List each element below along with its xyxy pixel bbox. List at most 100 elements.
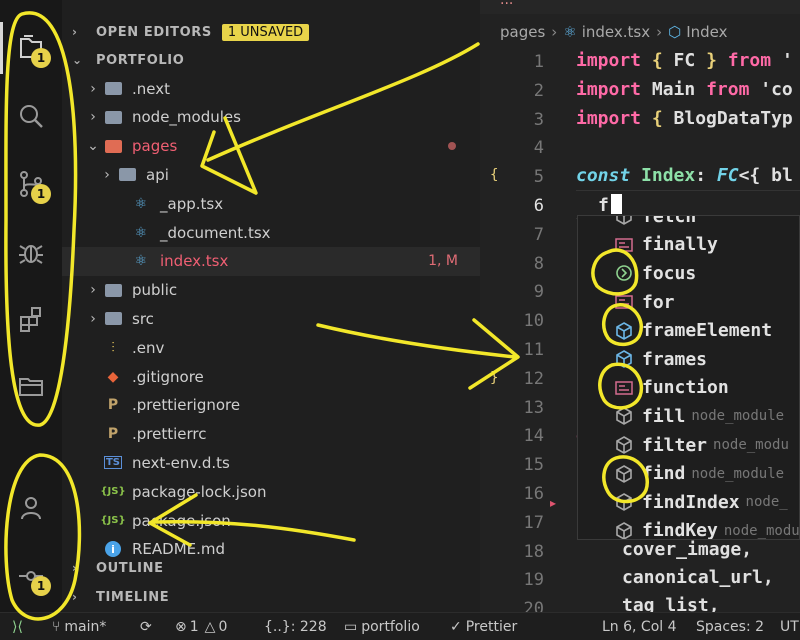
selection-count[interactable]: {..}: 228 [264, 613, 327, 640]
line-number: 15 [523, 455, 544, 476]
timeline-label: TIMELINE [96, 589, 170, 605]
tab-fragment[interactable]: ... [500, 0, 513, 8]
suggestion-label: findKey [642, 520, 718, 540]
suggestion-item[interactable]: function [578, 374, 799, 403]
tree-item[interactable]: {JS} package.json [62, 506, 480, 535]
suggestion-item[interactable]: filter node_modu [578, 431, 799, 460]
project-section[interactable]: ⌄ PORTFOLIO [62, 47, 184, 73]
tree-item[interactable]: ⫶ .env [62, 333, 480, 362]
explorer-button[interactable]: 1 [0, 22, 51, 74]
sync-badge: 1 [31, 576, 51, 596]
debug-button[interactable] [11, 232, 51, 272]
branch-icon: ⑂ [52, 619, 61, 635]
line-number: 7 [533, 224, 544, 245]
suggestion-list[interactable]: fetch finally focus for frameElement frames fu… [577, 215, 800, 540]
chevron-right-icon: › [72, 590, 78, 604]
tree-item-label: public [132, 281, 178, 300]
code-line-1[interactable]: import { FC } from ' [576, 50, 793, 71]
tree-item-label: api [146, 165, 169, 184]
suggestion-label: fetch [642, 215, 697, 227]
tree-item[interactable]: › api [62, 160, 480, 189]
sync-status-icon[interactable]: ⟳ [140, 613, 152, 640]
accounts-button[interactable] [11, 488, 51, 528]
tree-item[interactable]: ⚛ index.tsx 1, M [62, 246, 480, 276]
folder-icon [102, 108, 124, 126]
extensions-button[interactable] [11, 300, 51, 340]
tree-item[interactable]: › src [62, 304, 480, 333]
tree-item[interactable]: {JS} package-lock.json [62, 477, 480, 506]
fold-marker-icon[interactable]: ▸ [550, 496, 556, 510]
tree-item[interactable]: ⚛ _app.tsx [62, 189, 480, 218]
code-line-18[interactable]: cover_image, [622, 539, 752, 560]
folder-icon [102, 310, 124, 328]
suggestion-label: frames [642, 348, 708, 370]
suggestion-item[interactable]: for [578, 288, 799, 317]
breadcrumb: pages › ⚛ index.tsx › ⬡ Index [480, 18, 800, 46]
outline-section[interactable]: › OUTLINE [62, 555, 164, 581]
suggestion-item[interactable]: finally [578, 231, 799, 260]
folder-icon [102, 281, 124, 299]
suggestion-item[interactable]: find node_module [578, 459, 799, 488]
line-number: 4 [533, 138, 544, 159]
component-icon: ⬡ [668, 23, 682, 41]
code-line-5[interactable]: const Index: FC<{ bl [576, 165, 793, 186]
breadcrumb-folder[interactable]: pages [500, 23, 545, 41]
suggestion-detail: node_modu [713, 437, 789, 454]
suggestion-item[interactable]: fill node_module [578, 402, 799, 431]
git-icon: ◆ [107, 368, 119, 385]
chevron-right-icon: › [90, 109, 96, 126]
json-icon: {JS} [100, 486, 126, 498]
tree-item[interactable]: TS next-env.d.ts [62, 448, 480, 477]
search-button[interactable] [11, 96, 51, 136]
tree-item[interactable]: › public [62, 276, 480, 305]
tree-item[interactable]: P .prettierignore [62, 391, 480, 420]
suggestion-item[interactable]: focus [578, 259, 799, 288]
open-editors-section[interactable]: › OPEN EDITORS 1 UNSAVED [62, 19, 310, 45]
remote-icon[interactable]: ⟩⟨ [12, 613, 23, 640]
chevron-down-icon: ⌄ [87, 138, 99, 155]
code-line-6[interactable]: f [598, 194, 622, 216]
chevron-right-icon: › [90, 80, 96, 97]
settings-sync-button[interactable]: 1 [11, 556, 51, 596]
tree-item[interactable]: P .prettierrc [62, 420, 480, 449]
tree-item[interactable]: ⚛ _document.tsx [62, 218, 480, 247]
error-icon: ⊗ [175, 619, 187, 635]
folder-item[interactable]: ▭ portfolio [344, 613, 420, 640]
tree-item[interactable]: › node_modules [62, 103, 480, 132]
breadcrumb-file[interactable]: index.tsx [582, 23, 650, 41]
suggestion-detail: node_module [691, 408, 785, 425]
breadcrumb-symbol[interactable]: Index [686, 23, 727, 41]
react-icon: ⚛ [563, 23, 577, 41]
folder-icon [102, 80, 124, 98]
tree-item[interactable]: › .next [62, 74, 480, 103]
encoding[interactable]: UT [780, 613, 799, 640]
folder-icon [116, 166, 138, 184]
indentation[interactable]: Spaces: 2 [696, 613, 764, 640]
source-control-button[interactable]: 1 [11, 164, 51, 204]
tree-item[interactable]: ⌄ pages [62, 132, 480, 161]
code-line-2[interactable]: import Main from 'co [576, 79, 793, 100]
suggestion-item[interactable]: findIndex node_ [578, 488, 799, 517]
prettier-item[interactable]: ✓ Prettier [450, 613, 517, 640]
code-line-19[interactable]: canonical_url, [622, 567, 774, 588]
suggestion-item[interactable]: findKey node_modu [578, 517, 799, 540]
tree-item-label: .gitignore [132, 367, 204, 386]
suggestion-item[interactable]: fetch [578, 215, 799, 231]
tree-item-label: .prettierrc [132, 425, 207, 444]
method-icon [612, 434, 636, 456]
suggestion-item[interactable]: frames [578, 345, 799, 374]
explorer-sidebar: › OPEN EDITORS 1 UNSAVED ⌄ PORTFOLIO › .n… [62, 0, 480, 612]
cursor-position[interactable]: Ln 6, Col 4 [602, 613, 677, 640]
suggestion-label: for [642, 291, 675, 313]
status-bar: ⟩⟨ ⑂ main* ⟳ ⊗ 1 △ 0 {..}: 228 ▭ portfolio ✓ P… [0, 612, 800, 640]
code-line-3[interactable]: import { BlogDataTyp [576, 108, 793, 129]
branch-item[interactable]: ⑂ main* [52, 613, 106, 640]
problems-item[interactable]: ⊗ 1 △ 0 [175, 613, 227, 640]
tree-item-label: .next [132, 79, 170, 98]
tree-item[interactable]: ◆ .gitignore [62, 362, 480, 391]
folders-button[interactable] [11, 366, 51, 406]
code-line-20[interactable]: tag_list, [622, 595, 720, 612]
timeline-section[interactable]: › TIMELINE [62, 584, 169, 610]
suggestion-item[interactable]: frameElement [578, 316, 799, 345]
line-number: 6 [533, 196, 544, 216]
